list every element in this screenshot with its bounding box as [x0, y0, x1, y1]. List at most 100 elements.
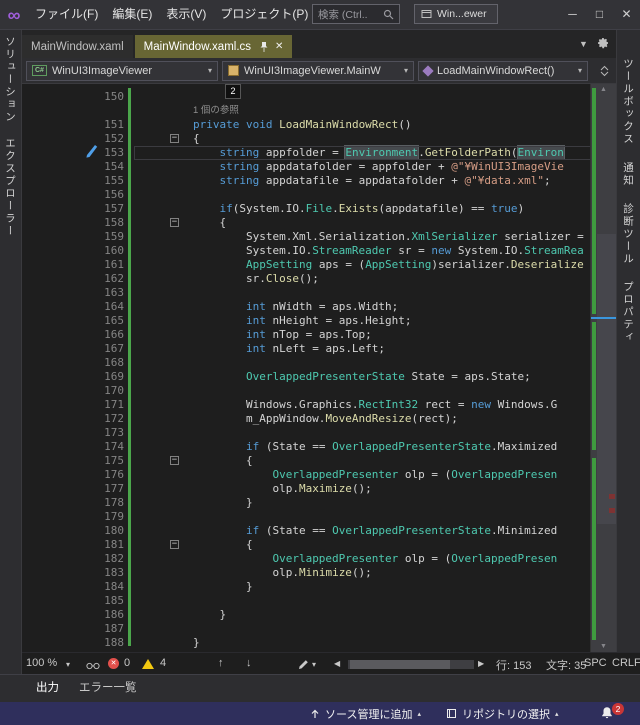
- zoom-control[interactable]: 100 %: [26, 657, 57, 669]
- code-line[interactable]: 177 olp.Maximize();: [22, 482, 616, 496]
- line-ending-indicator[interactable]: CRLF: [612, 657, 640, 669]
- line-number[interactable]: 177: [22, 482, 126, 496]
- code-line[interactable]: 153 string appfolder = Environment.GetFo…: [22, 146, 616, 160]
- line-number[interactable]: 161: [22, 258, 126, 272]
- line-number[interactable]: 166: [22, 328, 126, 342]
- line-number[interactable]: 172: [22, 412, 126, 426]
- fold-collapse-icon[interactable]: −: [170, 540, 179, 549]
- error-count[interactable]: 0: [124, 657, 130, 669]
- window-switcher[interactable]: Win...ewer: [414, 4, 498, 24]
- line-number[interactable]: 169: [22, 370, 126, 384]
- code-line[interactable]: 169 OverlappedPresenterState State = aps…: [22, 370, 616, 384]
- line-number[interactable]: 160: [22, 244, 126, 258]
- close-icon[interactable]: ✕: [275, 41, 283, 52]
- code-line[interactable]: 182 OverlappedPresenter olp = (Overlappe…: [22, 552, 616, 566]
- project-dropdown[interactable]: C# WinUI3ImageViewer ▾: [26, 60, 218, 81]
- code-line[interactable]: 156: [22, 188, 616, 202]
- line-number[interactable]: 186: [22, 608, 126, 622]
- scroll-left-icon[interactable]: ◀: [334, 659, 340, 668]
- warning-icon[interactable]: [142, 659, 154, 669]
- tab-list-caret-icon[interactable]: ▼: [579, 39, 588, 49]
- indent-mode-indicator[interactable]: SPC: [584, 657, 607, 669]
- menu-item[interactable]: 編集(E): [105, 0, 159, 29]
- line-number[interactable]: 150: [22, 90, 126, 104]
- menu-item[interactable]: プロジェクト(P): [213, 0, 315, 29]
- code-line[interactable]: 163: [22, 286, 616, 300]
- scroll-right-icon[interactable]: ▶: [478, 659, 484, 668]
- code-line[interactable]: 161 AppSetting aps = (AppSetting)seriali…: [22, 258, 616, 272]
- code-line[interactable]: 171 Windows.Graphics.RectInt32 rect = ne…: [22, 398, 616, 412]
- code-line[interactable]: 164 int nWidth = aps.Width;: [22, 300, 616, 314]
- code-editor[interactable]: 150 1 個の参照 151 private void LoadMainWindow…: [22, 84, 616, 652]
- accessibility-glasses-icon[interactable]: [86, 661, 100, 673]
- code-line[interactable]: 175 {−: [22, 454, 616, 468]
- fold-collapse-icon[interactable]: −: [170, 456, 179, 465]
- line-number[interactable]: 184: [22, 580, 126, 594]
- code-line[interactable]: 183 olp.Minimize();: [22, 566, 616, 580]
- code-line[interactable]: 154 string appdatafolder = appfolder + @…: [22, 160, 616, 174]
- code-line[interactable]: 173: [22, 426, 616, 440]
- code-line[interactable]: 188 }: [22, 636, 616, 650]
- line-number[interactable]: 165: [22, 314, 126, 328]
- line-number[interactable]: 183: [22, 566, 126, 580]
- line-number[interactable]: 176: [22, 468, 126, 482]
- error-icon[interactable]: ✕: [108, 658, 119, 669]
- code-line[interactable]: 174 if (State == OverlappedPresenterStat…: [22, 440, 616, 454]
- line-number[interactable]: 181: [22, 538, 126, 552]
- document-tab[interactable]: MainWindow.xaml: [22, 35, 133, 58]
- line-number[interactable]: [22, 104, 126, 118]
- member-dropdown[interactable]: LoadMainWindowRect() ▾: [418, 60, 588, 81]
- close-button[interactable]: ✕: [613, 0, 640, 30]
- line-number[interactable]: 178: [22, 496, 126, 510]
- tab-settings-gear-icon[interactable]: [597, 37, 609, 49]
- scrollbar-thumb[interactable]: [597, 234, 616, 524]
- solution-explorer-tab[interactable]: ソリューション エクスプローラー: [3, 36, 18, 238]
- minimize-button[interactable]: ─: [559, 0, 586, 30]
- line-number[interactable]: 159: [22, 230, 126, 244]
- code-line[interactable]: 176 OverlappedPresenter olp = (Overlappe…: [22, 468, 616, 482]
- code-line[interactable]: 158 {−: [22, 216, 616, 230]
- code-line[interactable]: 172 m_AppWindow.MoveAndResize(rect);: [22, 412, 616, 426]
- code-line[interactable]: 170: [22, 384, 616, 398]
- line-number[interactable]: 170: [22, 384, 126, 398]
- previous-issue-icon[interactable]: ↑: [218, 657, 224, 669]
- code-line[interactable]: 165 int nHeight = aps.Height;: [22, 314, 616, 328]
- code-line[interactable]: 151 private void LoadMainWindowRect(): [22, 118, 616, 132]
- chevron-down-icon[interactable]: ▾: [66, 660, 70, 669]
- line-number[interactable]: 163: [22, 286, 126, 300]
- fold-collapse-icon[interactable]: −: [170, 134, 179, 143]
- line-number[interactable]: 154: [22, 160, 126, 174]
- fold-collapse-icon[interactable]: −: [170, 218, 179, 227]
- code-line[interactable]: 184 }: [22, 580, 616, 594]
- panel-tab[interactable]: エラー一覧: [69, 675, 147, 701]
- menu-item[interactable]: ファイル(F): [28, 0, 105, 29]
- line-number[interactable]: 173: [22, 426, 126, 440]
- codelens-badge[interactable]: 2: [225, 84, 241, 99]
- line-number[interactable]: 167: [22, 342, 126, 356]
- line-number[interactable]: 152: [22, 132, 126, 146]
- code-line[interactable]: 168: [22, 356, 616, 370]
- code-line[interactable]: 181 {−: [22, 538, 616, 552]
- code-line[interactable]: 179: [22, 510, 616, 524]
- vertical-scrollbar[interactable]: ▲ ▼: [590, 84, 616, 652]
- code-line[interactable]: 155 string appdatafile = appdatafolder +…: [22, 174, 616, 188]
- code-line[interactable]: 187: [22, 622, 616, 636]
- code-line[interactable]: 157 if(System.IO.File.Exists(appdatafile…: [22, 202, 616, 216]
- line-number[interactable]: 157: [22, 202, 126, 216]
- notification-count-badge[interactable]: 2: [612, 703, 624, 715]
- line-number[interactable]: 158: [22, 216, 126, 230]
- type-dropdown[interactable]: WinUI3ImageViewer.MainW ▾: [222, 60, 414, 81]
- next-issue-icon[interactable]: ↓: [246, 657, 252, 669]
- scrollbar-thumb[interactable]: [350, 660, 450, 669]
- add-source-control-button[interactable]: ソース管理に追加 ▴: [310, 702, 421, 725]
- horizontal-scrollbar[interactable]: [348, 660, 474, 669]
- line-number[interactable]: 164: [22, 300, 126, 314]
- code-line[interactable]: 1 個の参照: [22, 104, 616, 118]
- tool-window-tab[interactable]: 診断ツール: [621, 203, 636, 266]
- line-number[interactable]: 179: [22, 510, 126, 524]
- line-number[interactable]: 188: [22, 636, 126, 650]
- line-number[interactable]: 171: [22, 398, 126, 412]
- line-number[interactable]: 168: [22, 356, 126, 370]
- code-line[interactable]: 160 System.IO.StreamReader sr = new Syst…: [22, 244, 616, 258]
- maximize-button[interactable]: □: [586, 0, 613, 30]
